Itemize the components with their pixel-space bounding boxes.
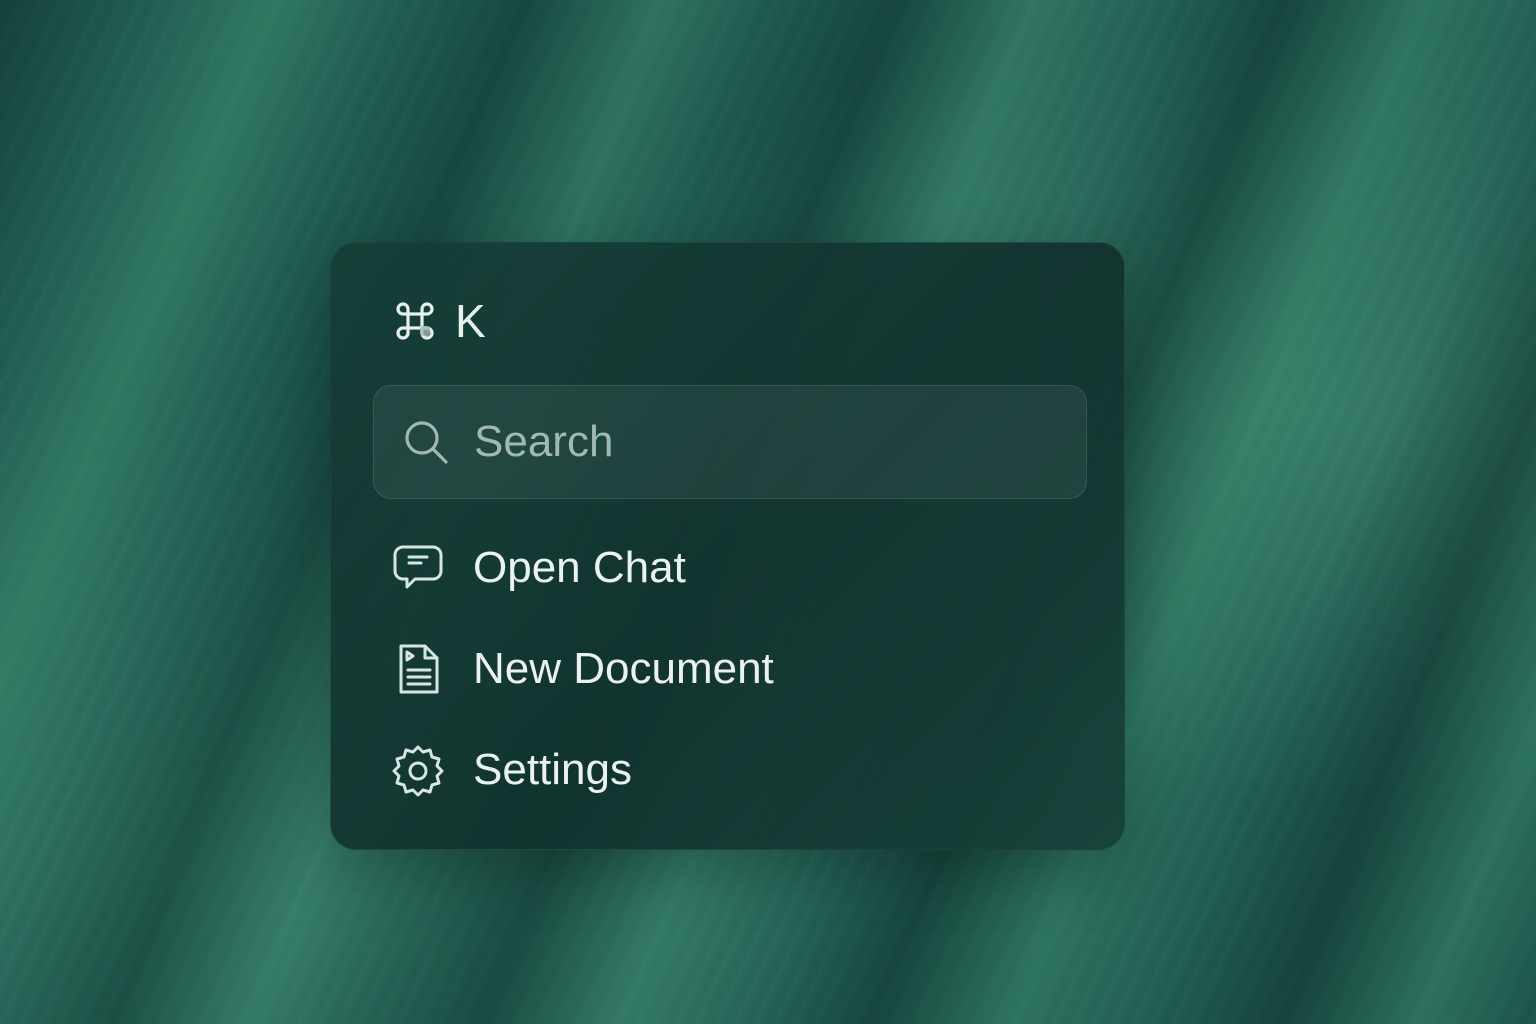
shortcut-key-label: K [455,295,486,347]
gear-icon [392,745,444,796]
search-box[interactable] [373,385,1087,499]
menu-item-label: Settings [473,744,632,794]
command-palette: K Open Chat [330,242,1125,850]
menu-item-new-document[interactable]: New Document [391,618,1081,719]
menu-item-label: Open Chat [473,542,686,592]
keyboard-shortcut-hint: K [393,293,486,349]
menu-item-settings[interactable]: Settings [391,719,1081,820]
menu-item-label: New Document [473,643,774,693]
command-list: Open Chat New Document Settings [391,517,1081,820]
document-icon [399,644,439,693]
search-input[interactable] [474,407,1086,477]
search-icon [405,421,448,464]
menu-item-open-chat[interactable]: Open Chat [391,517,1081,618]
command-icon [396,302,434,340]
chat-bubble-icon [393,545,443,588]
